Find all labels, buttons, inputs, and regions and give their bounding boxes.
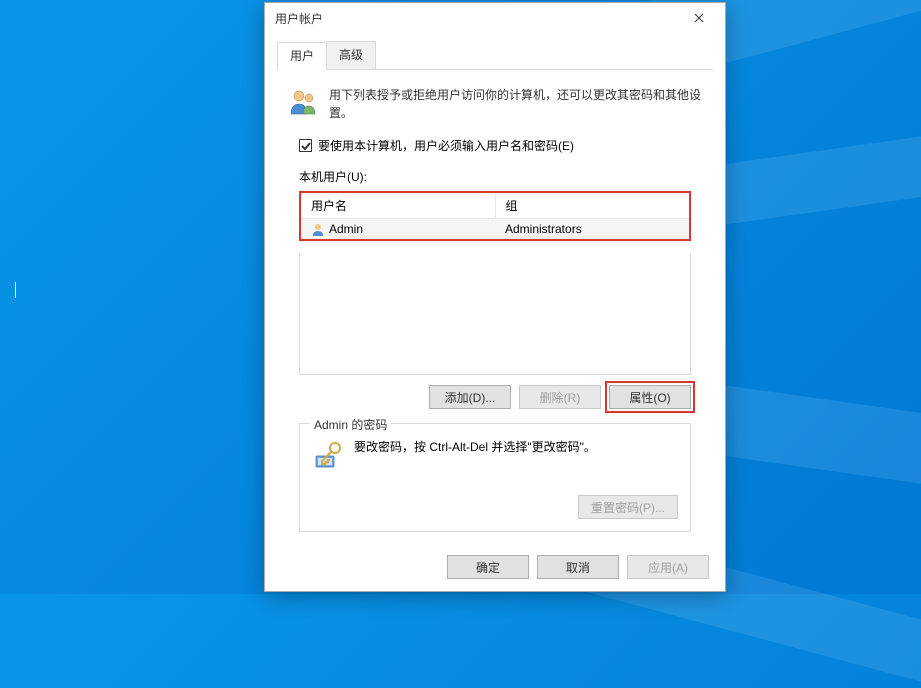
password-group-title: Admin 的密码 [310,416,391,433]
close-button[interactable] [677,3,721,33]
ok-button[interactable]: 确定 [447,555,529,579]
delete-button: 删除(R) [519,385,601,409]
properties-button[interactable]: 属性(O) [609,385,691,409]
tab-strip: 用户 高级 [277,41,713,70]
reset-password-button: 重置密码(P)... [578,495,678,519]
intro-text: 用下列表授予或拒绝用户访问你的计算机，还可以更改其密码和其他设置。 [329,86,703,122]
table-row[interactable]: Admin Administrators [301,219,689,240]
users-list-label: 本机用户(U): [277,168,713,191]
users-icon [287,86,319,123]
password-group: Admin 的密码 要改密码，按 Ctrl-Alt-Del 并选择"更改密码"。… [299,423,691,532]
checkmark-icon [301,141,311,151]
apply-button: 应用(A) [627,555,709,579]
require-login-checkbox[interactable] [299,139,312,152]
key-icon [312,438,344,475]
window-title: 用户帐户 [275,10,323,27]
cancel-button[interactable]: 取消 [537,555,619,579]
password-instruction: 要改密码，按 Ctrl-Alt-Del 并选择"更改密码"。 [354,438,678,456]
tab-users[interactable]: 用户 [277,42,327,70]
username-cell: Admin [329,222,363,236]
user-accounts-dialog: 用户帐户 用户 高级 用下列表授予或拒绝用户访问你的计算机，还可以更改其密码和其… [264,2,726,592]
titlebar[interactable]: 用户帐户 [265,3,725,33]
group-cell: Administrators [495,219,689,240]
users-table-highlight: 用户名 组 Admin [299,191,691,241]
users-table[interactable]: 用户名 组 Admin [301,193,689,239]
col-header-username[interactable]: 用户名 [301,193,495,219]
require-login-label: 要使用本计算机，用户必须输入用户名和密码(E) [318,137,574,154]
user-icon [311,222,325,236]
add-button[interactable]: 添加(D)... [429,385,511,409]
close-icon [694,13,704,23]
text-cursor-icon [12,282,19,298]
users-list-empty-area[interactable] [299,253,691,375]
tab-advanced[interactable]: 高级 [326,41,376,69]
col-header-group[interactable]: 组 [495,193,689,219]
